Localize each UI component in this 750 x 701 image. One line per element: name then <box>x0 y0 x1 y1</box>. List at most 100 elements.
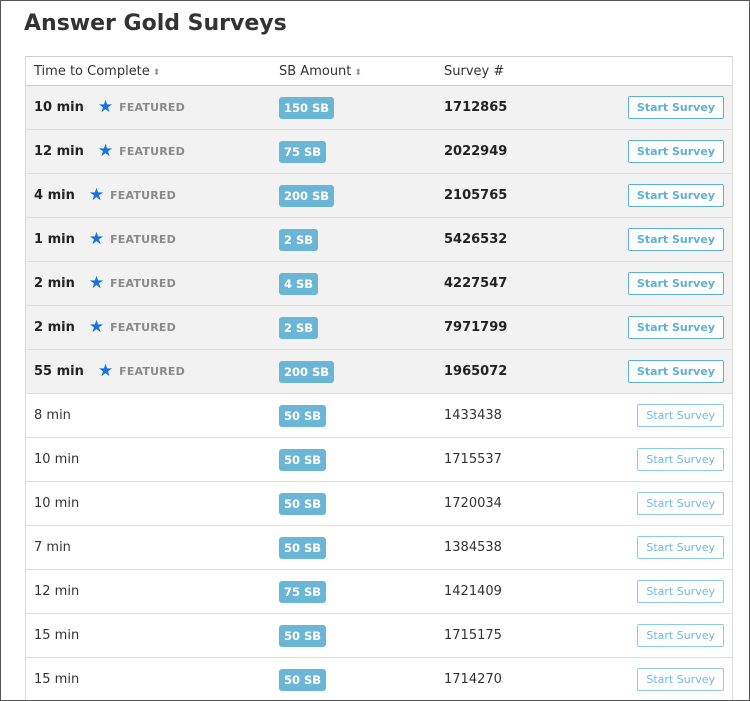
sb-amount-badge: 150 SB <box>279 96 335 119</box>
survey-number-cell: 1720034 <box>444 482 502 525</box>
sb-cell: 2 SB <box>279 218 319 261</box>
table-row: 12 min ★ FEATURED 75 SB 2022949 Start Survey <box>26 130 732 174</box>
survey-number: 2022949 <box>444 144 508 159</box>
start-survey-button[interactable]: Start Survey <box>627 316 724 339</box>
time-value: 10 min <box>34 452 80 467</box>
featured-label: FEATURED <box>110 233 176 246</box>
survey-number: 1715537 <box>444 452 502 467</box>
sb-cell: 2 SB <box>279 306 319 349</box>
start-survey-button[interactable]: Start Survey <box>637 624 724 647</box>
sort-time-header[interactable]: Time to Complete ⬍ <box>34 64 160 79</box>
survey-number-cell: 1965072 <box>444 350 507 393</box>
start-survey-button[interactable]: Start Survey <box>627 184 724 207</box>
sb-amount-badge: 50 SB <box>279 624 327 647</box>
sb-cell: 50 SB <box>279 394 327 437</box>
time-cell: 15 min <box>34 658 79 700</box>
start-survey-button[interactable]: Start Survey <box>627 228 724 251</box>
star-icon: ★ <box>97 361 114 381</box>
time-cell: 4 min ★ FEATURED <box>34 174 176 217</box>
survey-number: 1720034 <box>444 496 502 511</box>
table-body: 10 min ★ FEATURED 150 SB 1712865 Start Survey… <box>26 86 732 700</box>
time-cell: 12 min <box>34 570 79 613</box>
time-cell: 55 min ★ FEATURED <box>34 350 185 393</box>
time-value: 12 min <box>34 584 80 599</box>
table-row: 1 min ★ FEATURED 2 SB 5426532 Start Survey <box>26 218 732 262</box>
survey-header-label: Survey # <box>444 64 505 79</box>
action-cell: Start Survey <box>637 526 724 569</box>
survey-number: 1433438 <box>444 408 502 423</box>
table-row: 10 min 50 SB 1715537 Start Survey <box>26 438 732 482</box>
action-cell: Start Survey <box>627 262 724 305</box>
star-icon: ★ <box>97 97 114 117</box>
page-title: Answer Gold Surveys <box>24 11 287 36</box>
sb-cell: 75 SB <box>279 570 327 613</box>
table-row: 4 min ★ FEATURED 200 SB 2105765 Start Survey <box>26 174 732 218</box>
survey-number-cell: 1715537 <box>444 438 502 481</box>
start-survey-button[interactable]: Start Survey <box>637 492 724 515</box>
time-cell: 10 min <box>34 482 79 525</box>
time-value: 10 min <box>34 496 80 511</box>
featured-label: FEATURED <box>110 277 176 290</box>
start-survey-button[interactable]: Start Survey <box>627 360 724 383</box>
sb-amount-badge: 2 SB <box>279 228 319 251</box>
action-cell: Start Survey <box>637 394 724 437</box>
sort-icon: ⬍ <box>354 68 361 78</box>
survey-number-cell: 1712865 <box>444 86 507 129</box>
table-row: 2 min ★ FEATURED 4 SB 4227547 Start Survey <box>26 262 732 306</box>
survey-number: 2105765 <box>444 188 508 203</box>
survey-number-cell: 2022949 <box>444 130 507 173</box>
table-row: 2 min ★ FEATURED 2 SB 7971799 Start Survey <box>26 306 732 350</box>
sb-amount-badge: 50 SB <box>279 492 327 515</box>
star-icon: ★ <box>97 141 114 161</box>
sb-amount-badge: 50 SB <box>279 668 327 691</box>
table-row: 15 min 50 SB 1715175 Start Survey <box>26 614 732 658</box>
start-survey-button[interactable]: Start Survey <box>637 448 724 471</box>
time-cell: 10 min ★ FEATURED <box>34 86 185 129</box>
action-cell: Start Survey <box>637 658 724 700</box>
table-header: Time to Complete ⬍ SB Amount ⬍ Survey # <box>26 56 732 86</box>
sb-amount-badge: 4 SB <box>279 272 319 295</box>
start-survey-button[interactable]: Start Survey <box>637 668 724 691</box>
time-value: 4 min <box>34 188 75 203</box>
sort-sb-header[interactable]: SB Amount ⬍ <box>279 64 362 79</box>
sb-amount-badge: 75 SB <box>279 580 327 603</box>
survey-number: 7971799 <box>444 320 508 335</box>
start-survey-button[interactable]: Start Survey <box>627 96 724 119</box>
featured-label: FEATURED <box>119 365 185 378</box>
action-cell: Start Survey <box>627 86 724 129</box>
table-row: 8 min 50 SB 1433438 Start Survey <box>26 394 732 438</box>
table-row: 12 min 75 SB 1421409 Start Survey <box>26 570 732 614</box>
start-survey-button[interactable]: Start Survey <box>637 580 724 603</box>
survey-number: 1715175 <box>444 628 502 643</box>
survey-number-cell: 1715175 <box>444 614 502 657</box>
action-cell: Start Survey <box>627 130 724 173</box>
time-value: 55 min <box>34 364 84 379</box>
table-row: 10 min 50 SB 1720034 Start Survey <box>26 482 732 526</box>
survey-number-cell: 1433438 <box>444 394 502 437</box>
sb-cell: 150 SB <box>279 86 335 129</box>
sb-amount-badge: 75 SB <box>279 140 327 163</box>
start-survey-button[interactable]: Start Survey <box>637 404 724 427</box>
featured-label: FEATURED <box>110 321 176 334</box>
sb-cell: 50 SB <box>279 526 327 569</box>
featured-label: FEATURED <box>119 101 185 114</box>
time-cell: 2 min ★ FEATURED <box>34 262 176 305</box>
start-survey-button[interactable]: Start Survey <box>627 140 724 163</box>
start-survey-button[interactable]: Start Survey <box>627 272 724 295</box>
survey-number-cell: 1714270 <box>444 658 502 700</box>
time-cell: 8 min <box>34 394 71 437</box>
time-cell: 2 min ★ FEATURED <box>34 306 176 349</box>
sort-icon: ⬍ <box>152 68 160 78</box>
action-cell: Start Survey <box>637 482 724 525</box>
survey-number-cell: 7971799 <box>444 306 507 349</box>
survey-number-cell: 5426532 <box>444 218 507 261</box>
time-value: 2 min <box>34 320 75 335</box>
survey-number: 1421409 <box>444 584 502 599</box>
survey-number-header: Survey # <box>444 64 504 79</box>
time-value: 10 min <box>34 100 84 115</box>
action-cell: Start Survey <box>637 438 724 481</box>
time-cell: 12 min ★ FEATURED <box>34 130 185 173</box>
survey-number: 1712865 <box>444 100 508 115</box>
sb-cell: 50 SB <box>279 658 327 700</box>
start-survey-button[interactable]: Start Survey <box>637 536 724 559</box>
